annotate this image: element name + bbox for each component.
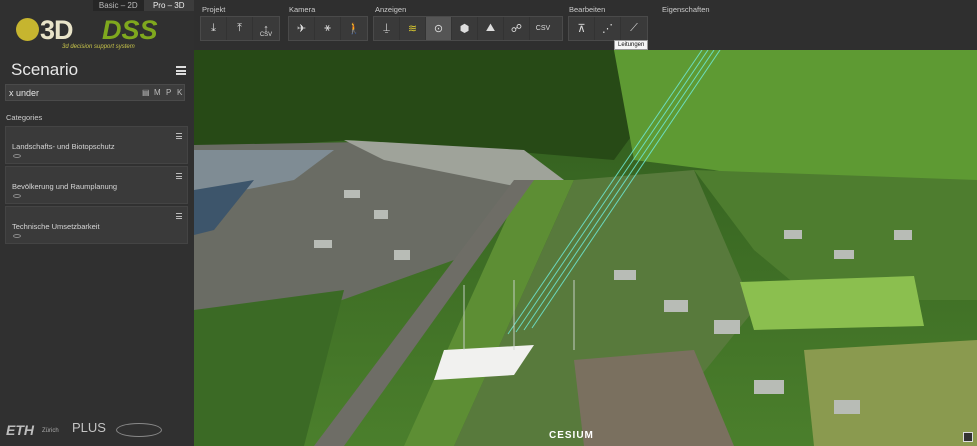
- group-label-bearbeiten: Bearbeiten: [569, 5, 606, 14]
- group-label-anzeigen: Anzeigen: [375, 5, 407, 14]
- eth-logo: ETH: [6, 422, 34, 438]
- category-label: Bevölkerung und Raumplanung: [12, 182, 118, 191]
- edit-line-icon[interactable]: ⟋: [621, 17, 647, 40]
- pylon-icon[interactable]: ⍊: [374, 17, 400, 40]
- camera-walk-icon[interactable]: ⚹: [315, 17, 341, 40]
- scenario-search-box: ▤ M P K: [5, 84, 185, 101]
- partner-logos: ETH Zürich PLUS: [6, 420, 186, 440]
- category-label: Technische Umsetzbarkeit: [12, 222, 100, 231]
- category-item[interactable]: Bevölkerung und Raumplanung: [5, 166, 188, 204]
- group-label-projekt: Projekt: [202, 5, 226, 14]
- csv-label: CSV: [535, 25, 551, 32]
- edit-pylons-icon[interactable]: ⋰: [595, 17, 621, 40]
- export-csv-button[interactable]: ↑ CSV: [253, 17, 279, 40]
- search-option-p[interactable]: P: [166, 88, 171, 98]
- cable-lines-icon[interactable]: ≋: [400, 17, 426, 40]
- mode-basic-2d-tab[interactable]: Basic – 2D: [93, 0, 144, 11]
- download-icon[interactable]: ⤓: [201, 17, 227, 40]
- scenario-title: Scenario: [11, 60, 79, 79]
- document-icon[interactable]: ▤: [142, 88, 150, 98]
- upload-icon[interactable]: ⤒: [227, 17, 253, 40]
- plus-logo: PLUS: [72, 420, 106, 435]
- camera-person-icon[interactable]: 🚶: [341, 17, 367, 40]
- map-3d-viewer[interactable]: CESIUM: [194, 50, 977, 446]
- anzeigen-csv-button[interactable]: CSV: [530, 17, 556, 40]
- drag-handle-icon[interactable]: [176, 173, 182, 181]
- mode-pro-3d-tab[interactable]: Pro – 3D: [143, 0, 194, 11]
- logo-3d-text: 3D: [40, 15, 74, 45]
- irl-logo-icon: [116, 423, 162, 437]
- eye-icon[interactable]: [13, 194, 21, 198]
- kamera-toolbar: ✈ ⚹ 🚶: [288, 16, 368, 41]
- eth-logo-subtitle: Zürich: [42, 428, 59, 434]
- drag-handle-icon[interactable]: [176, 213, 182, 221]
- eye-icon[interactable]: [13, 154, 21, 158]
- bearbeiten-toolbar: ⊼ ⋰ ⟋: [568, 16, 648, 41]
- projekt-toolbar: ⤓ ⤒ ↑ CSV: [200, 16, 280, 41]
- terrain-scene: [194, 50, 977, 446]
- logo-dot-icon: [16, 18, 39, 41]
- mode-switch: Basic – 2D Pro – 3D: [93, 0, 194, 11]
- cesium-attribution: CESIUM: [549, 430, 594, 441]
- search-option-k[interactable]: K: [177, 88, 182, 98]
- category-label: Landschafts- und Biotopschutz: [12, 142, 115, 151]
- terrain-icon[interactable]: ⛰: [478, 17, 504, 40]
- fullscreen-icon[interactable]: [963, 432, 973, 442]
- categories-label: Categories: [6, 113, 43, 122]
- logo-dss-text: DSS: [102, 15, 158, 45]
- camera-fly-icon[interactable]: ✈: [289, 17, 315, 40]
- search-option-m[interactable]: M: [154, 88, 161, 98]
- drag-handle-icon[interactable]: [176, 133, 182, 141]
- leitungen-tooltip: Leitungen: [614, 40, 649, 50]
- anzeigen-toolbar: ⍊ ≋ ⊙ ⬢ ⛰ ☍ CSV: [373, 16, 563, 41]
- leitungen-button[interactable]: ⊙: [426, 17, 452, 40]
- eye-icon[interactable]: [13, 234, 21, 238]
- logo-tagline: 3d decision support system: [62, 44, 135, 50]
- edit-pylon-icon[interactable]: ⊼: [569, 17, 595, 40]
- group-label-kamera: Kamera: [289, 5, 316, 14]
- csv-label: CSV: [259, 32, 273, 38]
- sidebar: Basic – 2D Pro – 3D 3D DSS 3d decision s…: [0, 0, 194, 446]
- main-toolbar: Projekt ⤓ ⤒ ↑ CSV Kamera ✈ ⚹ 🚶 Anzeigen ⍊…: [194, 0, 977, 50]
- hamburger-menu-icon[interactable]: [176, 66, 186, 75]
- group-label-eigenschaften: Eigenschaften: [662, 5, 710, 14]
- category-item[interactable]: Technische Umsetzbarkeit: [5, 206, 188, 244]
- app-logo: 3D DSS 3d decision support system: [16, 15, 158, 51]
- building-cube-icon[interactable]: ⬢: [452, 17, 478, 40]
- overlay-icon[interactable]: ☍: [504, 17, 530, 40]
- scenario-search-input[interactable]: [9, 86, 129, 99]
- category-item[interactable]: Landschafts- und Biotopschutz: [5, 126, 188, 164]
